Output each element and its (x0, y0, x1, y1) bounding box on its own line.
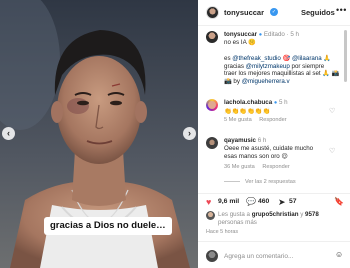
reply-button[interactable]: Responder (262, 164, 289, 170)
post-actions-bar: ♥ 9,6 mil 💬 460 ➤ 57 🔖 (198, 193, 350, 209)
comment-time: 5 h (279, 99, 288, 106)
commenter-username[interactable]: qayamusic (224, 137, 256, 144)
commenter-avatar[interactable] (206, 99, 218, 111)
commenter-username[interactable]: lachola.chabuca (224, 99, 272, 106)
more-options-icon[interactable]: ••• (336, 5, 347, 15)
comment-count[interactable]: 460 (258, 198, 269, 205)
caption-line-1: no es IA 🤫 (224, 39, 256, 46)
share-count[interactable]: 57 (289, 198, 297, 205)
next-slide-button[interactable]: › (183, 127, 196, 140)
author-avatar[interactable] (206, 6, 219, 19)
bookmark-icon[interactable]: 🔖 (334, 197, 344, 207)
comment-like-count[interactable]: 5 Me gusta (224, 117, 252, 123)
view-replies-button[interactable]: Ver las 2 respuestas (224, 179, 296, 185)
post-media[interactable]: ‹ › gracias a Dios no duele… (0, 0, 198, 268)
share-icon[interactable]: ➤ (278, 197, 286, 207)
caption-line-5: 📸 by @migueherrera.v (224, 77, 290, 85)
mention-link[interactable]: @lilaarana (292, 55, 322, 62)
verified-badge-icon: ● (273, 100, 278, 106)
likes-summary: Les gusta a grupo5christian y 9578 perso… (218, 211, 319, 226)
comment-text: 👏👏👏👏👏👏 (224, 107, 271, 115)
comments-scrollbar[interactable] (344, 30, 347, 82)
comment-input[interactable] (224, 251, 334, 261)
like-count[interactable]: 9,6 mil (218, 198, 239, 205)
comment-composer: ☺ (198, 241, 350, 268)
caption-line-4: traer los mejores maquillistas al set 🙏 … (224, 70, 340, 78)
chevron-right-icon: › (188, 128, 191, 138)
caption-line-2: es @thefreak_studio 🎯 @lilaarana 🙏 (224, 55, 332, 62)
mention-link[interactable]: @thefreak_studio (232, 55, 281, 62)
emoji-icon[interactable]: ☺ (335, 250, 343, 259)
like-heart-icon[interactable]: ♥ (206, 197, 211, 207)
post-header: tonysuccar ✓ Seguidos ••• (198, 0, 350, 26)
commenter-avatar[interactable] (206, 137, 218, 149)
caption-time: 5 h (290, 31, 299, 38)
comments-list[interactable]: tonysuccar ● Editado · 5 h no es IA 🤫 es… (198, 27, 350, 193)
post-time-ago: Hace 5 horas (206, 229, 239, 235)
heart-icon[interactable]: ♡ (329, 107, 335, 115)
previous-slide-button[interactable]: ‹ (2, 127, 15, 140)
author-avatar[interactable] (206, 31, 218, 43)
current-user-avatar (206, 250, 218, 262)
mention-link[interactable]: @milytzmakeup (246, 63, 290, 70)
verified-badge-icon: ● (258, 32, 263, 38)
chevron-left-icon: ‹ (7, 128, 10, 138)
comment-text-line-2: esas manos son oro 😌 (224, 152, 288, 160)
comment-time: 6 h (257, 137, 267, 144)
author-username[interactable]: tonysuccar (224, 8, 264, 17)
heart-icon[interactable]: ♡ (329, 147, 335, 155)
comment-like-count[interactable]: 36 Me gusta (224, 164, 255, 170)
reply-button[interactable]: Responder (259, 117, 286, 123)
verified-badge-icon: ✓ (270, 8, 278, 16)
following-button[interactable]: Seguidos (301, 8, 335, 17)
post-side-panel: tonysuccar ✓ Seguidos ••• tonysuccar ● E… (198, 0, 350, 268)
liker-username[interactable]: grupo5christian (252, 211, 299, 218)
comment-text-line-1: Oeee me asusté, cuidate mucho (224, 145, 314, 152)
edited-label: Editado (263, 31, 285, 38)
mention-link[interactable]: @migueherrera.v (242, 78, 290, 85)
comment-icon[interactable]: 💬 (246, 197, 256, 207)
likers-count[interactable]: 9578 (305, 211, 319, 218)
caption-username[interactable]: tonysuccar (224, 31, 257, 38)
media-caption-overlay: gracias a Dios no duele… (44, 217, 172, 235)
replies-divider (224, 181, 240, 183)
